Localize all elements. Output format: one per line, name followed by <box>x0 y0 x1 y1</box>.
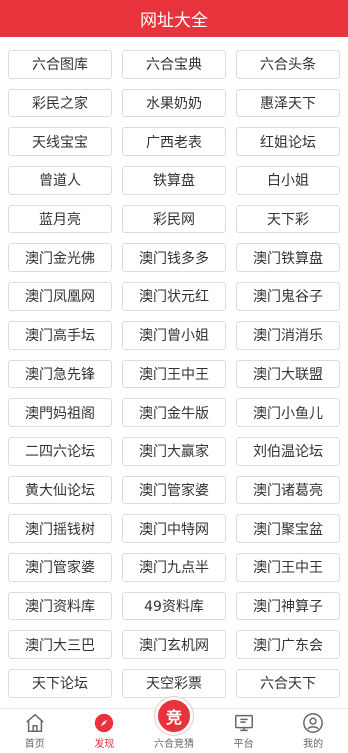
site-link-button[interactable]: 澳门铁算盘 <box>236 243 340 273</box>
site-link-button[interactable]: 天下彩 <box>236 204 340 234</box>
site-link-button[interactable]: 白小姐 <box>236 166 340 195</box>
site-link-button[interactable]: 惠泽天下 <box>236 88 340 118</box>
user-icon <box>303 713 324 733</box>
home-icon <box>26 713 44 732</box>
page-title: 网址大全 <box>140 11 208 31</box>
site-link-button[interactable]: 49资料库 <box>122 591 226 621</box>
site-link-button[interactable]: 澳门大联盟 <box>236 359 340 389</box>
compass-icon <box>95 713 114 733</box>
site-link-button[interactable]: 澳门金光佛 <box>8 243 112 273</box>
site-link-button[interactable]: 澳门管家婆 <box>8 552 112 582</box>
site-link-button[interactable]: 澳门中特网 <box>122 514 226 543</box>
site-link-button[interactable]: 曾道人 <box>8 166 112 195</box>
lottery-guess-badge-icon: 竞 <box>154 697 193 735</box>
site-link-button[interactable]: 澳门摇钱树 <box>8 514 112 543</box>
site-link-button[interactable]: 澳门大三巴 <box>8 630 112 659</box>
site-link-button[interactable]: 蓝月亮 <box>8 204 112 234</box>
site-link-button[interactable]: 二四六论坛 <box>8 436 112 466</box>
site-link-button[interactable]: 彩民网 <box>122 204 226 234</box>
site-link-button[interactable]: 澳门曾小姐 <box>122 320 226 350</box>
site-link-button[interactable]: 澳门王中王 <box>122 359 226 389</box>
site-link-button[interactable]: 天线宝宝 <box>8 127 112 157</box>
monitor-icon <box>234 714 253 732</box>
site-link-button[interactable]: 澳门聚宝盆 <box>236 514 340 543</box>
page-header: 网址大全 <box>0 0 348 37</box>
site-link-button[interactable]: 六合宝典 <box>122 50 226 79</box>
site-link-button[interactable]: 铁算盘 <box>122 166 226 195</box>
site-link-button[interactable]: 澳门状元红 <box>122 282 226 311</box>
site-link-button[interactable]: 六合天下 <box>236 669 340 698</box>
site-link-grid: 六合图库 六合宝典 六合头条彩民之家 水果奶奶 惠泽天下天线宝宝 广西老表 红姐论坛曾道人铁… <box>0 50 348 698</box>
site-link-button[interactable]: 水果奶奶 <box>122 88 226 118</box>
site-link-button[interactable]: 澳门资料库 <box>8 591 112 621</box>
site-link-button[interactable]: 澳门九点半 <box>122 552 226 582</box>
tab-mine-label: 我的 <box>303 739 324 750</box>
site-link-button[interactable]: 天下论坛 <box>8 669 112 698</box>
site-link-button[interactable]: 澳门消消乐 <box>236 320 340 350</box>
site-link-button[interactable]: 澳门高手坛 <box>8 320 112 350</box>
tab-home-label: 首页 <box>24 739 45 750</box>
tab-discover[interactable]: 发现 <box>70 709 140 753</box>
tab-platform-label: 平台 <box>233 739 254 750</box>
tab-home[interactable]: 首页 <box>0 709 70 753</box>
site-link-button[interactable]: 澳门王中王 <box>236 552 340 582</box>
site-link-button[interactable]: 天空彩票 <box>122 669 226 698</box>
site-link-button[interactable]: 广西老表 <box>122 127 226 157</box>
site-link-button[interactable]: 刘伯温论坛 <box>236 436 340 466</box>
site-link-button[interactable]: 澳门小鱼儿 <box>236 398 340 427</box>
site-link-button[interactable]: 澳门管家婆 <box>122 475 226 505</box>
bottom-tab-bar: 首页 发现 竞 六合竞猜 平台 我的 <box>0 697 348 753</box>
site-link-button[interactable]: 澳门玄机网 <box>122 630 226 659</box>
tab-platform[interactable]: 平台 <box>209 709 279 753</box>
site-link-button[interactable]: 黄大仙论坛 <box>8 475 112 505</box>
tab-mine[interactable]: 我的 <box>278 709 348 753</box>
site-link-button[interactable]: 澳门诸葛亮 <box>236 475 340 505</box>
site-link-button[interactable]: 六合图库 <box>8 50 112 79</box>
tab-lottery-guess-label: 六合竞猜 <box>153 739 194 750</box>
site-link-button[interactable]: 红姐论坛 <box>236 127 340 157</box>
site-link-button[interactable]: 澳门广东会 <box>236 630 340 659</box>
site-link-button[interactable]: 澳门凤凰网 <box>8 282 112 311</box>
site-link-button[interactable]: 澳门急先锋 <box>8 359 112 389</box>
site-link-button[interactable]: 澳门鬼谷子 <box>236 282 340 311</box>
site-link-button[interactable]: 澳门神算子 <box>236 591 340 621</box>
site-link-button[interactable]: 澳门大赢家 <box>122 436 226 466</box>
site-link-button[interactable]: 六合头条 <box>236 50 340 79</box>
tab-discover-label: 发现 <box>94 739 115 750</box>
site-link-button[interactable]: 澳門妈祖阁 <box>8 398 112 427</box>
tab-lottery-guess[interactable]: 竞 六合竞猜 <box>139 697 209 753</box>
site-link-button[interactable]: 澳门钱多多 <box>122 243 226 273</box>
site-link-button[interactable]: 澳门金牛版 <box>122 398 226 427</box>
site-link-button[interactable]: 彩民之家 <box>8 88 112 118</box>
